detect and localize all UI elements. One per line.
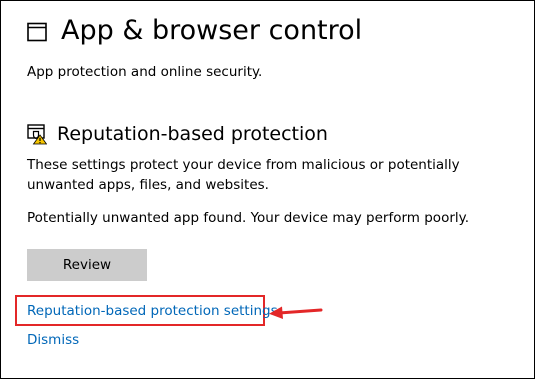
page-header: App & browser control bbox=[27, 14, 362, 48]
app-window-icon bbox=[27, 22, 47, 42]
reputation-settings-link[interactable]: Reputation-based protection settings bbox=[27, 302, 278, 320]
dismiss-link[interactable]: Dismiss bbox=[27, 331, 79, 349]
annotation-arrow-icon bbox=[269, 306, 323, 319]
page-title: App & browser control bbox=[61, 15, 363, 46]
shield-warning-icon bbox=[27, 124, 47, 145]
pua-warning-text: Potentially unwanted app found. Your dev… bbox=[27, 210, 469, 226]
reputation-section-header: Reputation-based protection bbox=[27, 121, 328, 147]
reputation-section-title: Reputation-based protection bbox=[57, 123, 328, 145]
reputation-description: These settings protect your device from … bbox=[27, 157, 460, 193]
page-subtitle: App protection and online security. bbox=[27, 64, 263, 80]
review-button[interactable]: Review bbox=[27, 249, 147, 281]
app-browser-control-panel: App & browser control App protection and… bbox=[0, 0, 535, 379]
